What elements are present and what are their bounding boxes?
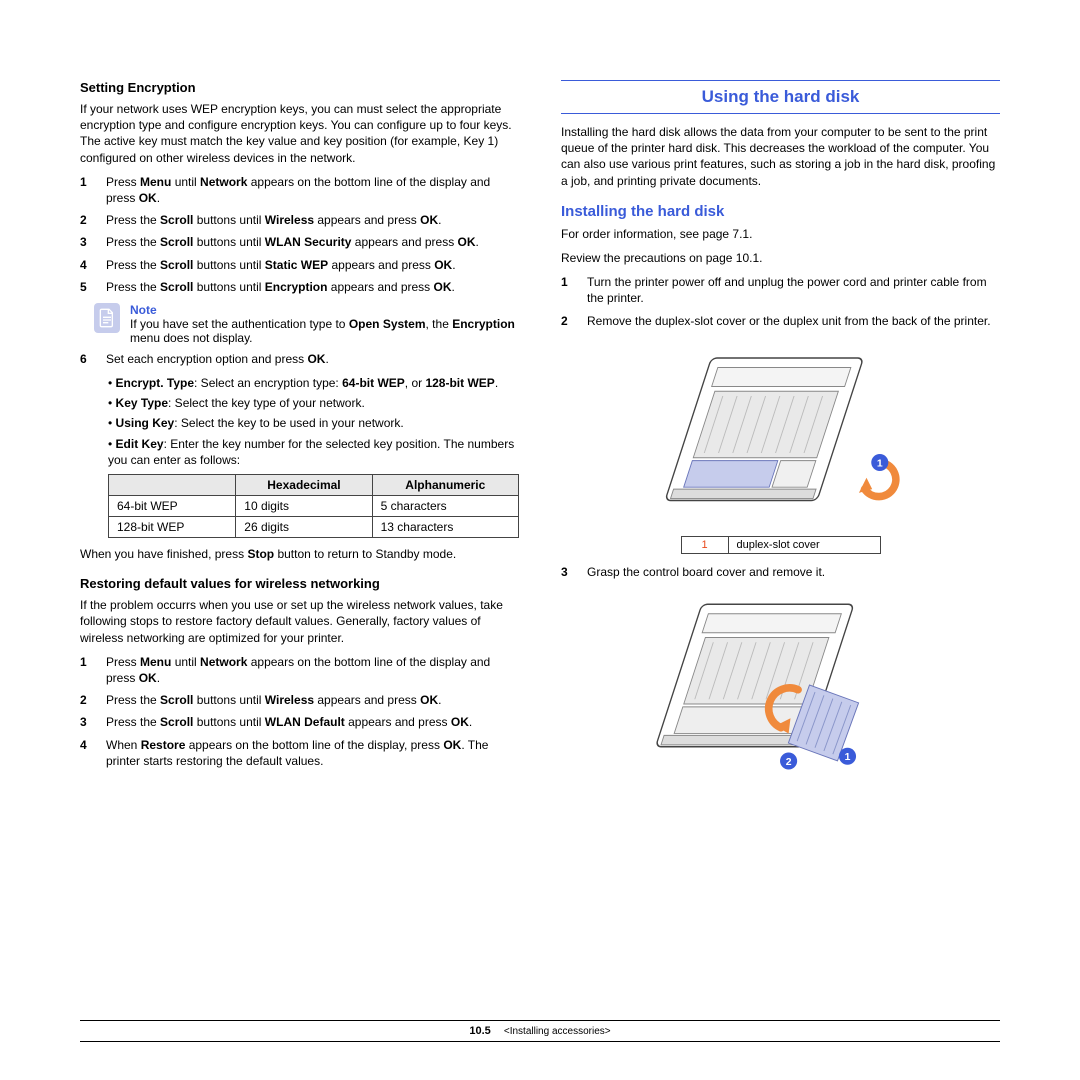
order-info: For order information, see page 7.1.	[561, 226, 1000, 242]
svg-text:1: 1	[876, 458, 882, 469]
note-box: Note If you have set the authentication …	[94, 303, 519, 345]
heading-using-hard-disk: Using the hard disk	[561, 80, 1000, 114]
heading-installing-hard-disk: Installing the hard disk	[561, 203, 1000, 220]
figure-duplex-cover: 1	[561, 339, 1000, 532]
note-body: If you have set the authentication type …	[130, 317, 519, 345]
precautions: Review the precautions on page 10.1.	[561, 250, 1000, 266]
hard-disk-intro: Installing the hard disk allows the data…	[561, 124, 1000, 189]
heading-restore-defaults: Restoring default values for wireless ne…	[80, 576, 519, 591]
svg-text:1: 1	[844, 752, 850, 763]
note-title: Note	[130, 303, 519, 317]
restore-intro: If the problem occurrs when you use or s…	[80, 597, 519, 646]
closing-text: When you have finished, press Stop butto…	[80, 546, 519, 562]
install-step-3: 3 Grasp the control board cover and remo…	[561, 564, 1000, 580]
table-row: 64-bit WEP 10 digits 5 characters	[109, 496, 519, 517]
figure-caption-1: 1 duplex-slot cover	[681, 536, 881, 554]
printer-rear-illustration-1: 1	[656, 339, 906, 529]
intro-text: If your network uses WEP encryption keys…	[80, 101, 519, 166]
left-column: Setting Encryption If your network uses …	[80, 80, 519, 1000]
page-number: 10.5	[469, 1025, 490, 1037]
restore-steps: 1Press Menu until Network appears on the…	[80, 654, 519, 769]
step-6: 6 Set each encryption option and press O…	[80, 351, 519, 367]
heading-setting-encryption: Setting Encryption	[80, 80, 519, 95]
section-label: <Installing accessories>	[504, 1026, 611, 1037]
svg-text:2: 2	[785, 757, 791, 768]
table-row: 128-bit WEP 26 digits 13 characters	[109, 517, 519, 538]
install-steps: 1Turn the printer power off and unplug t…	[561, 274, 1000, 329]
note-icon	[94, 303, 120, 333]
right-column: Using the hard disk Installing the hard …	[561, 80, 1000, 1000]
encryption-steps: 1Press Menu until Network appears on the…	[80, 174, 519, 295]
printer-rear-illustration-2: 2 1	[656, 590, 906, 780]
encryption-options: Encrypt. Type: Select an encryption type…	[80, 375, 519, 468]
page-footer: 10.5 <Installing accessories>	[80, 1020, 1000, 1042]
figure-control-board-cover: 2 1	[561, 590, 1000, 783]
wep-key-table: Hexadecimal Alphanumeric 64-bit WEP 10 d…	[108, 474, 519, 538]
